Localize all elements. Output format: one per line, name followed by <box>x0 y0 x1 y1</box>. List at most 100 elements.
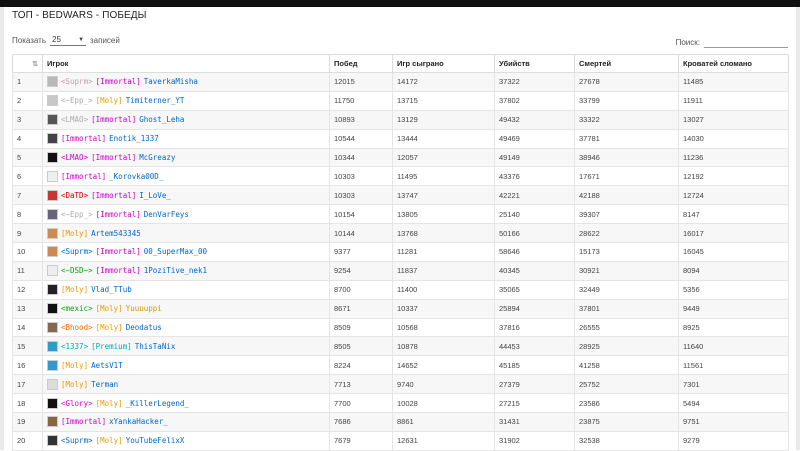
player-tag: [Moly] <box>95 304 123 314</box>
kills-cell: 45185 <box>494 355 575 376</box>
player-name: ThisTaNix <box>134 341 176 351</box>
games-cell: 13768 <box>392 223 495 244</box>
player-tag: [Premium] <box>91 341 132 351</box>
player-info: [Immortal] _Korovka00D_ <box>47 170 325 182</box>
kills-cell: 44453 <box>494 336 575 357</box>
player-name: Yuuuuppi <box>125 304 162 314</box>
col-games-header[interactable]: Игр сыграно <box>392 54 495 73</box>
rank-cell: 5 <box>12 147 43 168</box>
deaths-cell: 37781 <box>574 128 679 149</box>
wins-cell: 8509 <box>329 317 393 338</box>
player-name: 00_SuperMax_00 <box>143 247 207 257</box>
search-input[interactable] <box>704 36 788 48</box>
beds-cell: 8925 <box>678 317 789 338</box>
player-tag: [Immortal] <box>95 266 141 276</box>
player-cell: <Bhood> [Moly] Deodatus <box>42 317 330 338</box>
col-deaths-header[interactable]: Смертей <box>574 54 679 73</box>
col-wins-header[interactable]: Побед <box>329 54 393 73</box>
table-row: 10 <Suprm> [Immortal] 00_SuperMax_00 9377 112… <box>12 242 789 262</box>
deaths-cell: 28925 <box>574 336 679 357</box>
col-index-header[interactable]: ⇅ <box>12 54 43 73</box>
games-cell: 10568 <box>392 317 495 338</box>
player-info: <DaTD> [Immortal] I_LoVe_ <box>47 189 325 201</box>
player-tag: [Immortal] <box>95 247 141 257</box>
player-info: [Moly] Terman <box>47 378 325 390</box>
player-tag: [Immortal] <box>91 153 137 162</box>
kills-cell: 49149 <box>494 147 575 168</box>
avatar <box>47 246 58 258</box>
length-select-value: 25 <box>52 35 61 44</box>
rank-cell: 10 <box>12 242 43 262</box>
player-info: [Immortal] Enotik_1337 <box>47 133 325 145</box>
table-row: 15 <1337> [Premium] ThisTaNix 8505 10878 44453… <box>12 336 789 357</box>
wins-cell: 7713 <box>329 374 393 395</box>
beds-cell: 12192 <box>678 166 789 187</box>
player-info: <Glory> [Moly] _KillerLegend_ <box>47 397 325 409</box>
player-name: Ghost_Leha <box>139 115 185 125</box>
player-tag: [Moly] <box>61 285 89 295</box>
beds-cell: 8094 <box>678 260 789 281</box>
deaths-cell: 39307 <box>574 204 679 225</box>
games-cell: 12631 <box>392 430 495 451</box>
player-name: Terman <box>91 379 119 389</box>
avatar <box>47 227 58 239</box>
length-label-after: записей <box>90 35 120 45</box>
player-tag: [Moly] <box>95 398 123 408</box>
col-beds-header[interactable]: Кроватей сломано <box>678 54 789 73</box>
rank-cell: 3 <box>12 109 43 130</box>
deaths-cell: 27678 <box>574 72 679 92</box>
wins-cell: 8505 <box>329 336 393 357</box>
player-name: AetsV1T <box>91 360 123 370</box>
rank-cell: 1 <box>12 72 43 92</box>
player-cell: [Immortal] xYankaHacker_ <box>42 412 330 432</box>
rank-cell: 2 <box>12 90 43 111</box>
deaths-cell: 28622 <box>574 223 679 244</box>
beds-cell: 14030 <box>678 128 789 149</box>
table-row: 18 <Glory> [Moly] _KillerLegend_ 7700 10028 27… <box>12 393 789 414</box>
player-tag: <LMAO> <box>61 153 89 162</box>
rank-cell: 19 <box>12 412 43 432</box>
col-wins-label: Побед <box>334 59 358 68</box>
avatar <box>47 189 58 201</box>
deaths-cell: 38946 <box>574 147 679 168</box>
player-tag: [Moly] <box>95 96 123 106</box>
length-select[interactable]: 25 ▼ <box>50 34 87 46</box>
rank-cell: 12 <box>12 279 43 300</box>
table-row: 13 <mexic> [Moly] Yuuuuppi 8671 10337 25894 378… <box>12 298 789 319</box>
games-cell: 13747 <box>392 185 495 206</box>
table-body: 1 <Suprm> [Immortal] TaverkaMisha 12015 14172… <box>12 72 789 451</box>
games-cell: 10878 <box>392 336 495 357</box>
player-tag: [Immortal] <box>91 190 137 200</box>
kills-cell: 50166 <box>494 223 575 244</box>
col-kills-header[interactable]: Убийств <box>494 54 575 73</box>
beds-cell: 9751 <box>678 412 789 432</box>
wins-cell: 10344 <box>329 147 393 168</box>
table-row: 20 <Suprm> [Moly] YouTubeFelixX 7679 12631 319… <box>12 430 789 451</box>
beds-cell: 5356 <box>678 279 789 300</box>
kills-cell: 31902 <box>494 430 575 451</box>
beds-cell: 9279 <box>678 430 789 451</box>
kills-cell: 31431 <box>494 412 575 432</box>
rank-cell: 13 <box>12 298 43 319</box>
avatar <box>47 265 58 277</box>
player-cell: <Suprm> [Immortal] TaverkaMisha <box>42 72 330 92</box>
beds-cell: 12724 <box>678 185 789 206</box>
player-tag: <Suprm> <box>61 247 93 257</box>
col-player-header[interactable]: Игрок <box>42 54 330 73</box>
player-name: Enotik_1337 <box>109 134 159 144</box>
rank-cell: 11 <box>12 260 43 281</box>
player-info: <Suprm> [Immortal] TaverkaMisha <box>47 76 325 88</box>
right-scroll-track[interactable] <box>796 7 800 450</box>
player-name: _KillerLegend_ <box>125 398 189 408</box>
player-tag: [Moly] <box>95 323 123 333</box>
player-cell: <~Epp_> [Moly] Timiterner_YT <box>42 90 330 111</box>
beds-cell: 5494 <box>678 393 789 414</box>
avatar <box>47 133 58 145</box>
deaths-cell: 33322 <box>574 109 679 130</box>
table-row: 1 <Suprm> [Immortal] TaverkaMisha 12015 14172… <box>12 72 789 92</box>
kills-cell: 27215 <box>494 393 575 414</box>
player-name: I_LoVe_ <box>139 190 171 200</box>
kills-cell: 35065 <box>494 279 575 300</box>
wins-cell: 10544 <box>329 128 393 149</box>
player-tag: [Immortal] <box>91 115 137 125</box>
